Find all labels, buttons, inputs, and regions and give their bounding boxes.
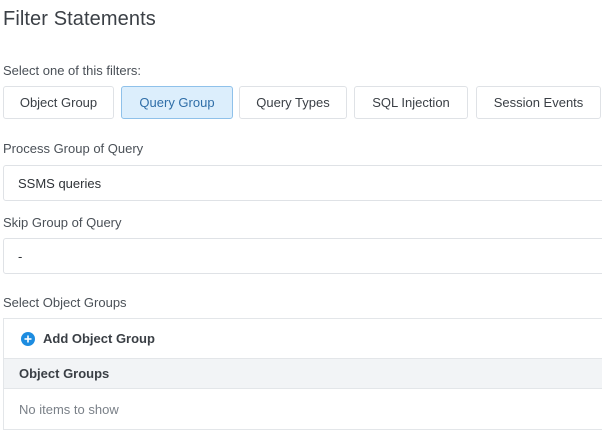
empty-table-message: No items to show xyxy=(19,401,119,417)
process-group-label: Process Group of Query xyxy=(3,141,144,156)
page-title: Filter Statements xyxy=(3,8,156,30)
tab-sql-injection[interactable]: SQL Injection xyxy=(354,86,468,119)
tab-object-group[interactable]: Object Group xyxy=(3,86,114,119)
plus-circle-icon xyxy=(21,331,35,346)
tab-session-events[interactable]: Session Events xyxy=(476,86,601,119)
object-groups-label: Select Object Groups xyxy=(3,295,127,310)
process-group-value: SSMS queries xyxy=(18,175,102,191)
skip-group-label: Skip Group of Query xyxy=(3,215,122,230)
add-object-group-button[interactable]: Add Object Group xyxy=(4,319,602,358)
process-group-field[interactable]: SSMS queries xyxy=(3,165,602,201)
tab-query-types[interactable]: Query Types xyxy=(239,86,347,119)
tab-query-group[interactable]: Query Group xyxy=(121,86,233,119)
skip-group-field[interactable]: - xyxy=(3,238,602,274)
skip-group-value: - xyxy=(18,248,23,264)
add-object-group-label: Add Object Group xyxy=(43,331,155,346)
object-groups-panel: Add Object Group Object Groups No items … xyxy=(3,318,602,430)
filter-prompt-label: Select one of this filters: xyxy=(3,63,142,78)
object-groups-column-header: Object Groups xyxy=(4,358,602,389)
